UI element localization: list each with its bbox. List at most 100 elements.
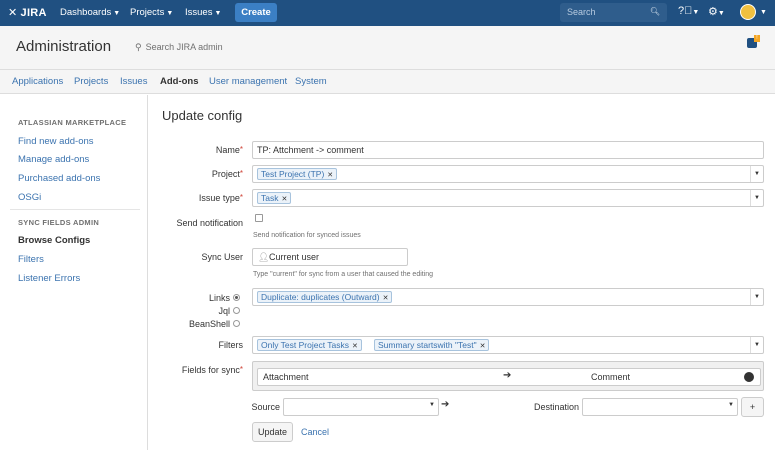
sidebar-item-listener-errors[interactable]: Listener Errors — [18, 273, 80, 284]
tab-user-management[interactable]: User management — [209, 76, 287, 87]
name-label: Name* — [190, 145, 243, 155]
project-label-text: Project — [211, 169, 240, 179]
nav-projects-menu[interactable]: Projects ▼ — [130, 7, 173, 18]
links-select[interactable]: Duplicate: duplicates (Outward) ✕ ▼ — [252, 288, 764, 306]
sidebar-item-find-new-add-ons[interactable]: Find new add-ons — [18, 136, 94, 147]
dropdown-caret-icon[interactable]: ▼ — [750, 337, 763, 353]
remove-icon[interactable]: ✕ — [352, 343, 358, 350]
source-select[interactable]: ▼ — [283, 398, 439, 416]
dropdown-caret-icon[interactable]: ▼ — [750, 166, 763, 182]
issue-type-label: Issue type* — [180, 193, 243, 203]
nav-projects-label: Projects — [130, 7, 165, 18]
chevron-down-icon: ▼ — [166, 10, 174, 17]
send-notification-checkbox[interactable] — [255, 214, 263, 222]
source-label: Source — [251, 402, 280, 412]
admin-sidebar: ATLASSIAN MARKETPLACE Find new add-ons M… — [0, 95, 148, 450]
sync-user-field[interactable]: 👤︎ Current user — [252, 248, 408, 266]
search-placeholder: Search — [567, 7, 596, 17]
sync-user-label: Sync User — [201, 252, 243, 262]
gear-icon: ⚙ — [708, 6, 718, 18]
project-select[interactable]: Test Project (TP) ✕ ▼ — [252, 165, 764, 183]
links-radio[interactable] — [233, 294, 240, 301]
nav-dashboards-label: Dashboards — [60, 7, 112, 18]
help-icon: ?⃝ — [678, 5, 693, 17]
search-input[interactable]: Search 🔍︎ — [560, 3, 667, 22]
page-title: Administration — [16, 38, 112, 55]
jira-logo[interactable]: ✕ JIRA — [8, 6, 47, 20]
user-avatar[interactable] — [740, 4, 756, 20]
name-field[interactable]: TP: Attchment -> comment — [252, 141, 764, 159]
chevron-down-icon: ▼ — [429, 402, 435, 408]
jql-radio[interactable] — [233, 307, 240, 314]
chevron-down-icon[interactable]: ▼ — [760, 9, 767, 16]
tab-system[interactable]: System — [295, 76, 327, 87]
sidebar-divider — [10, 209, 140, 210]
issue-type-label-text: Issue type — [198, 193, 240, 203]
sync-destination-field: Comment — [591, 372, 631, 382]
sidebar-item-osgi[interactable]: OSGi — [18, 192, 41, 203]
notification-badge: ! — [754, 35, 760, 42]
project-chip-label: Test Project (TP) — [261, 169, 325, 179]
user-icon: 👤︎ — [258, 252, 270, 262]
dropdown-caret-icon[interactable]: ▼ — [750, 289, 763, 305]
settings-menu[interactable]: ⚙▼ — [708, 5, 725, 18]
arrow-right-icon: ➔ — [503, 370, 512, 381]
beanshell-label: BeanShell — [188, 319, 230, 329]
sync-user-hint: Type "current" for sync from a user that… — [253, 271, 434, 278]
help-menu[interactable]: ?⃝▼ — [678, 5, 699, 17]
admin-tabs: Applications Projects Issues Add-ons Use… — [0, 70, 775, 94]
send-notification-label: Send notification — [176, 218, 243, 228]
issue-type-select[interactable]: Task ✕ ▼ — [252, 189, 764, 207]
sidebar-item-browse-configs[interactable]: Browse Configs — [18, 235, 90, 246]
remove-icon[interactable]: ✕ — [480, 343, 486, 350]
plus-icon: + — [749, 402, 756, 412]
add-mapping-button[interactable]: + — [741, 397, 764, 417]
required-marker: * — [239, 193, 243, 202]
remove-icon[interactable]: ✕ — [383, 295, 389, 302]
send-notification-hint: Send notification for synced issues — [253, 232, 361, 239]
fields-for-sync-label-text: Fields for sync — [181, 365, 240, 375]
project-label: Project* — [190, 169, 243, 179]
nav-dashboards-menu[interactable]: Dashboards ▼ — [60, 7, 120, 18]
remove-icon[interactable]: ✕ — [327, 172, 333, 179]
name-label-text: Name — [215, 145, 240, 155]
create-button[interactable]: Create — [235, 3, 277, 22]
destination-label: Destination — [533, 402, 579, 412]
project-chip: Test Project (TP) ✕ — [257, 168, 338, 180]
jira-logo-text: JIRA — [20, 6, 47, 19]
remove-mapping-icon[interactable]: ✕ — [744, 372, 754, 382]
filter-chip: Only Test Project Tasks ✕ — [257, 339, 362, 351]
tab-issues[interactable]: Issues — [120, 76, 147, 87]
filters-select[interactable]: Only Test Project Tasks ✕ Summary startsw… — [252, 336, 764, 354]
filter-chip: Summary startswith "Test" ✕ — [374, 339, 490, 351]
tab-projects[interactable]: Projects — [74, 76, 108, 87]
destination-select[interactable]: ▼ — [582, 398, 738, 416]
filter-chip-label: Only Test Project Tasks — [261, 340, 350, 350]
remove-icon[interactable]: ✕ — [281, 196, 287, 203]
sidebar-heading-sync-fields-admin: SYNC FIELDS ADMIN — [18, 218, 100, 227]
required-marker: * — [239, 365, 243, 374]
sidebar-item-filters[interactable]: Filters — [18, 254, 44, 265]
arrow-right-icon: ➔ — [441, 399, 450, 410]
links-chip: Duplicate: duplicates (Outward) ✕ — [257, 291, 393, 303]
filter-chip-label: Summary startswith "Test" — [378, 340, 477, 350]
beanshell-radio[interactable] — [233, 320, 240, 327]
search-icon: 🔍︎ — [649, 7, 660, 16]
tab-applications[interactable]: Applications — [12, 76, 63, 87]
sync-mapping-row: Attachment ➔ Comment ✕ — [257, 368, 761, 386]
dropdown-caret-icon[interactable]: ▼ — [750, 190, 763, 206]
sidebar-item-manage-add-ons[interactable]: Manage add-ons — [18, 154, 89, 165]
chevron-down-icon: ▼ — [214, 10, 222, 17]
jql-label: Jql — [218, 306, 230, 316]
chevron-down-icon: ▼ — [728, 402, 734, 408]
tab-add-ons[interactable]: Add-ons — [160, 76, 199, 87]
issue-type-chip-label: Task — [261, 193, 279, 203]
nav-issues-menu[interactable]: Issues ▼ — [185, 7, 221, 18]
admin-search-field[interactable]: ⚲ Search JIRA admin — [135, 42, 223, 53]
sidebar-item-purchased-add-ons[interactable]: Purchased add-ons — [18, 173, 100, 184]
form-title: Update config — [162, 108, 243, 123]
cancel-link[interactable]: Cancel — [301, 427, 329, 437]
update-button[interactable]: Update — [252, 422, 293, 442]
sidebar-heading-marketplace: ATLASSIAN MARKETPLACE — [18, 118, 127, 127]
issue-type-chip: Task ✕ — [257, 192, 292, 204]
